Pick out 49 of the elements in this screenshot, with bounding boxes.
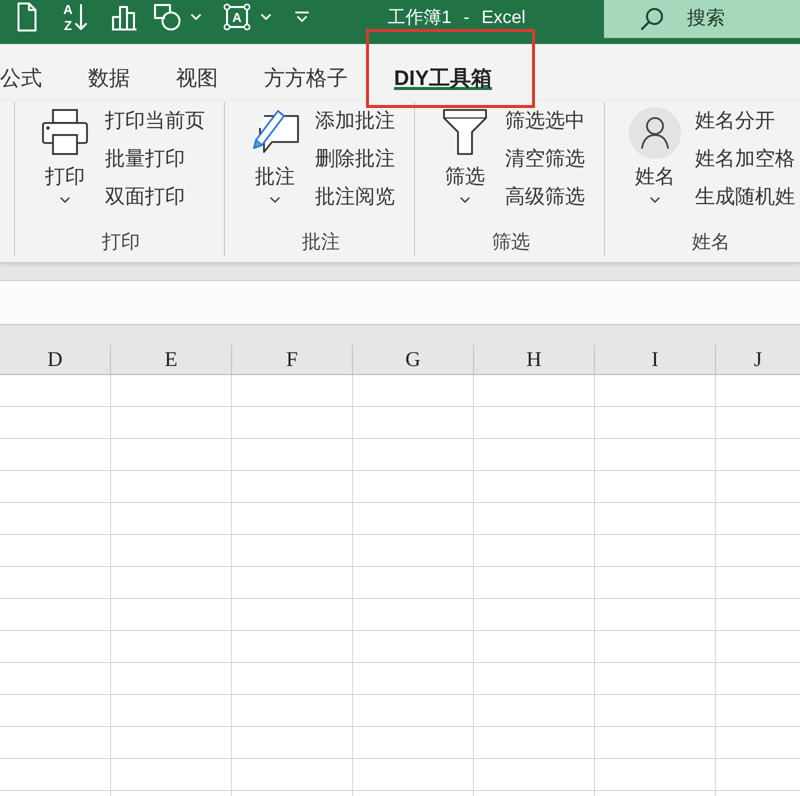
new-document-icon[interactable] (17, 2, 37, 32)
column-header[interactable]: D (0, 345, 111, 374)
column-header[interactable]: E (111, 345, 232, 374)
ribbon-command[interactable]: 生成随机姓 (695, 178, 795, 216)
text-box-icon[interactable]: A (223, 3, 251, 31)
ribbon-tab[interactable]: 视图 (153, 44, 241, 100)
ribbon-tab[interactable]: 方方格子 (241, 44, 371, 100)
caret-icon[interactable] (191, 14, 201, 20)
filter-button[interactable]: 筛选 (437, 102, 493, 203)
comment-pencil-icon (250, 108, 300, 156)
group-label: 打印 (102, 231, 140, 255)
print-button[interactable]: 打印 (37, 102, 93, 203)
ribbon-command[interactable]: 批量打印 (105, 140, 185, 178)
name-button[interactable]: 姓名 (627, 102, 683, 203)
caret-icon[interactable] (261, 14, 271, 20)
bar-chart-icon[interactable] (110, 3, 138, 31)
ribbon-command[interactable]: 姓名分开 (695, 102, 775, 140)
ribbon-command[interactable]: 打印当前页 (105, 102, 205, 140)
shapes-icon[interactable] (153, 3, 181, 31)
printer-icon (41, 108, 89, 156)
group-label: 筛选 (492, 231, 530, 255)
ribbon-command[interactable]: 清空筛选 (505, 140, 585, 178)
caret-icon (60, 197, 70, 203)
column-header[interactable]: I (595, 345, 716, 374)
column-header[interactable]: H (474, 345, 595, 374)
ribbon-command[interactable]: 双面打印 (105, 178, 185, 216)
ribbon-command[interactable]: 高级筛选 (505, 178, 585, 216)
column-header[interactable]: G (353, 345, 474, 374)
group-label: 批注 (302, 231, 340, 255)
caret-icon (460, 197, 470, 203)
caret-icon (270, 197, 280, 203)
funnel-icon (441, 108, 489, 156)
customize-toolbar-icon[interactable] (295, 11, 309, 23)
window-title: 工作簿1 - Excel (387, 6, 526, 29)
ribbon-command[interactable]: 添加批注 (315, 102, 395, 140)
group-label: 姓名 (692, 231, 730, 255)
ribbon-tab[interactable]: 公式 (0, 44, 65, 100)
ribbon-command[interactable]: 姓名加空格 (695, 140, 795, 178)
comment-button[interactable]: 批注 (247, 102, 303, 203)
ribbon-command[interactable]: 筛选选中 (505, 102, 585, 140)
ribbon-command[interactable]: 删除批注 (315, 140, 395, 178)
caret-icon (650, 197, 660, 203)
person-icon (629, 107, 681, 159)
column-header[interactable]: J (716, 345, 800, 374)
ribbon-command[interactable]: 批注阅览 (315, 178, 395, 216)
search-field[interactable]: 搜索 (604, 0, 800, 38)
ribbon-tab[interactable]: 数据 (65, 44, 153, 100)
search-icon (640, 7, 664, 31)
column-header[interactable]: F (232, 345, 353, 374)
